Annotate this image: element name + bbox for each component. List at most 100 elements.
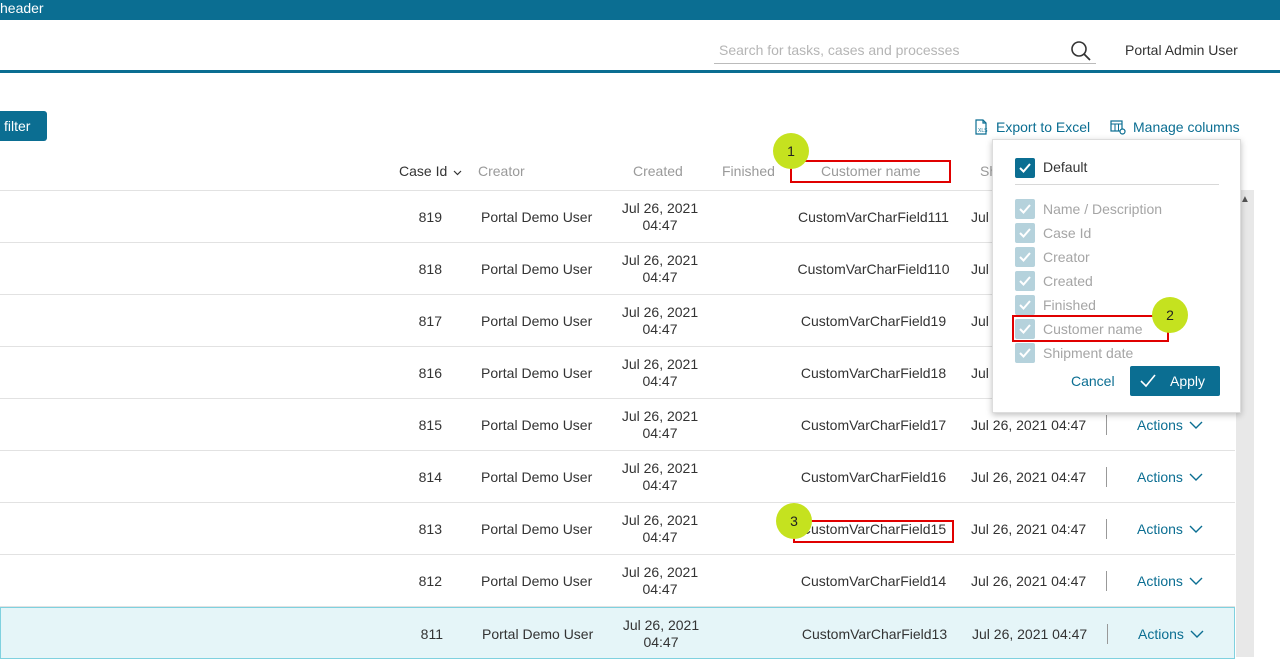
shipment-date-cell: Jul 26, 2021 04:47 xyxy=(971,573,1087,589)
column-header-creator[interactable]: Creator xyxy=(478,163,525,179)
checkmark-icon xyxy=(1019,300,1031,310)
global-search[interactable] xyxy=(714,38,1096,64)
case-id-cell: 817 xyxy=(418,313,442,329)
highlight-customer-name-header xyxy=(790,160,951,183)
creator-cell: Portal Demo User xyxy=(481,521,593,537)
column-checkbox-finished[interactable] xyxy=(1015,295,1035,315)
created-cell: Jul 26, 2021 04:47 xyxy=(610,243,710,295)
created-cell: Jul 26, 2021 04:47 xyxy=(610,347,710,399)
actions-separator xyxy=(1106,415,1107,435)
created-time: 04:47 xyxy=(642,425,678,441)
export-excel-label[interactable]: Export to Excel xyxy=(996,119,1090,135)
case-id-cell: 816 xyxy=(418,365,442,381)
actions-menu[interactable]: Actions xyxy=(1137,555,1203,607)
header-divider xyxy=(0,70,1280,73)
created-time: 04:47 xyxy=(642,321,678,337)
actions-menu[interactable]: Actions xyxy=(1137,451,1203,503)
column-header-finished[interactable]: Finished xyxy=(722,163,775,179)
created-cell: Jul 26, 2021 04:47 xyxy=(611,608,711,660)
created-time: 04:47 xyxy=(643,634,679,650)
scroll-up-icon[interactable]: ▲ xyxy=(1240,194,1250,205)
actions-separator xyxy=(1106,467,1107,487)
creator-cell: Portal Demo User xyxy=(481,469,593,485)
chevron-down-icon xyxy=(453,170,462,176)
table-row[interactable]: 811 Portal Demo User Jul 26, 2021 04:47 Cust… xyxy=(0,607,1235,659)
column-checkbox-created[interactable] xyxy=(1015,271,1035,291)
user-menu[interactable]: Portal Admin User xyxy=(1125,42,1238,58)
customer-name-cell: CustomVarCharField17 xyxy=(800,417,947,433)
column-option-label: Finished xyxy=(1043,297,1096,313)
actions-menu[interactable]: Actions xyxy=(1137,503,1203,555)
manage-columns-label[interactable]: Manage columns xyxy=(1133,119,1240,135)
column-checkbox-shipment-date[interactable] xyxy=(1015,343,1035,363)
checkmark-icon xyxy=(1019,276,1031,286)
customer-name-cell: CustomVarCharField18 xyxy=(800,365,947,381)
default-checkbox[interactable] xyxy=(1015,158,1035,178)
created-time: 04:47 xyxy=(642,477,678,493)
created-date: Jul 26, 2021 xyxy=(621,304,699,320)
customer-name-cell: CustomVarCharField16 xyxy=(800,469,947,485)
shipment-date-cell: Jul 26, 2021 04:47 xyxy=(971,521,1087,537)
apply-button[interactable]: Apply xyxy=(1130,366,1220,396)
creator-cell: Portal Demo User xyxy=(481,573,593,589)
created-time: 04:47 xyxy=(642,581,678,597)
created-date: Jul 26, 2021 xyxy=(622,617,700,633)
actions-label[interactable]: Actions xyxy=(1137,417,1183,433)
column-checkbox-name-description[interactable] xyxy=(1015,199,1035,219)
case-id-cell: 813 xyxy=(418,521,442,537)
filter-button[interactable]: filter xyxy=(0,111,47,141)
export-excel-link[interactable]: XLS Export to Excel xyxy=(973,119,1090,135)
app-header-bar: header xyxy=(0,0,1280,20)
created-time: 04:47 xyxy=(642,529,678,545)
shipment-date-cell: Jul 26, 2021 04:47 xyxy=(972,626,1088,642)
actions-label[interactable]: Actions xyxy=(1137,469,1183,485)
shipment-date-cell: Jul 26, 2021 04:47 xyxy=(971,469,1087,485)
table-row[interactable]: 813 Portal Demo User Jul 26, 2021 04:47 Cust… xyxy=(0,503,1235,555)
customer-name-cell: CustomVarCharField111 xyxy=(798,209,949,225)
chevron-down-icon[interactable] xyxy=(1189,576,1203,586)
actions-menu[interactable]: Actions xyxy=(1138,608,1204,660)
checkmark-icon xyxy=(1019,204,1031,214)
chevron-down-icon[interactable] xyxy=(1189,524,1203,534)
column-checkbox-case-id[interactable] xyxy=(1015,223,1035,243)
chevron-down-icon[interactable] xyxy=(1189,420,1203,430)
chevron-down-icon[interactable] xyxy=(1189,472,1203,482)
created-cell: Jul 26, 2021 04:47 xyxy=(610,503,710,555)
checkmark-icon xyxy=(1019,348,1031,358)
column-header-created[interactable]: Created xyxy=(633,163,683,179)
column-header-case-id[interactable]: Case Id xyxy=(399,163,462,179)
creator-cell: Portal Demo User xyxy=(481,313,593,329)
actions-label[interactable]: Actions xyxy=(1137,521,1183,537)
table-row[interactable]: 814 Portal Demo User Jul 26, 2021 04:47 Cust… xyxy=(0,451,1235,503)
app-header-title: header xyxy=(0,0,44,16)
table-row[interactable]: 812 Portal Demo User Jul 26, 2021 04:47 Cust… xyxy=(0,555,1235,607)
actions-separator xyxy=(1106,519,1107,539)
manage-columns-link[interactable]: Manage columns xyxy=(1110,119,1240,135)
created-date: Jul 26, 2021 xyxy=(621,512,699,528)
column-option-label: Creator xyxy=(1043,249,1090,265)
checkmark-icon xyxy=(1140,374,1156,388)
apply-label: Apply xyxy=(1170,373,1206,389)
annotation-badge-3: 3 xyxy=(776,503,812,539)
cancel-button[interactable]: Cancel xyxy=(1071,373,1115,389)
customer-name-cell: CustomVarCharField19 xyxy=(800,313,947,329)
default-label: Default xyxy=(1043,159,1088,175)
actions-label[interactable]: Actions xyxy=(1138,626,1184,642)
checkmark-icon xyxy=(1019,252,1031,262)
created-date: Jul 26, 2021 xyxy=(621,460,699,476)
actions-label[interactable]: Actions xyxy=(1137,573,1183,589)
created-cell: Jul 26, 2021 04:47 xyxy=(610,295,710,347)
creator-cell: Portal Demo User xyxy=(481,261,593,277)
popup-divider xyxy=(1015,184,1219,185)
creator-cell: Portal Demo User xyxy=(481,417,593,433)
search-icon[interactable] xyxy=(1070,40,1092,62)
case-id-cell: 814 xyxy=(418,469,442,485)
column-checkbox-creator[interactable] xyxy=(1015,247,1035,267)
checkmark-icon xyxy=(1019,163,1031,173)
shipment-date-cell: Jul xyxy=(971,365,989,381)
excel-file-icon: XLS xyxy=(975,119,988,135)
manage-columns-popup: Default Name / Description Case Id Creat… xyxy=(992,139,1241,413)
created-date: Jul 26, 2021 xyxy=(621,564,699,580)
search-input[interactable] xyxy=(719,40,1059,60)
chevron-down-icon[interactable] xyxy=(1190,629,1204,639)
